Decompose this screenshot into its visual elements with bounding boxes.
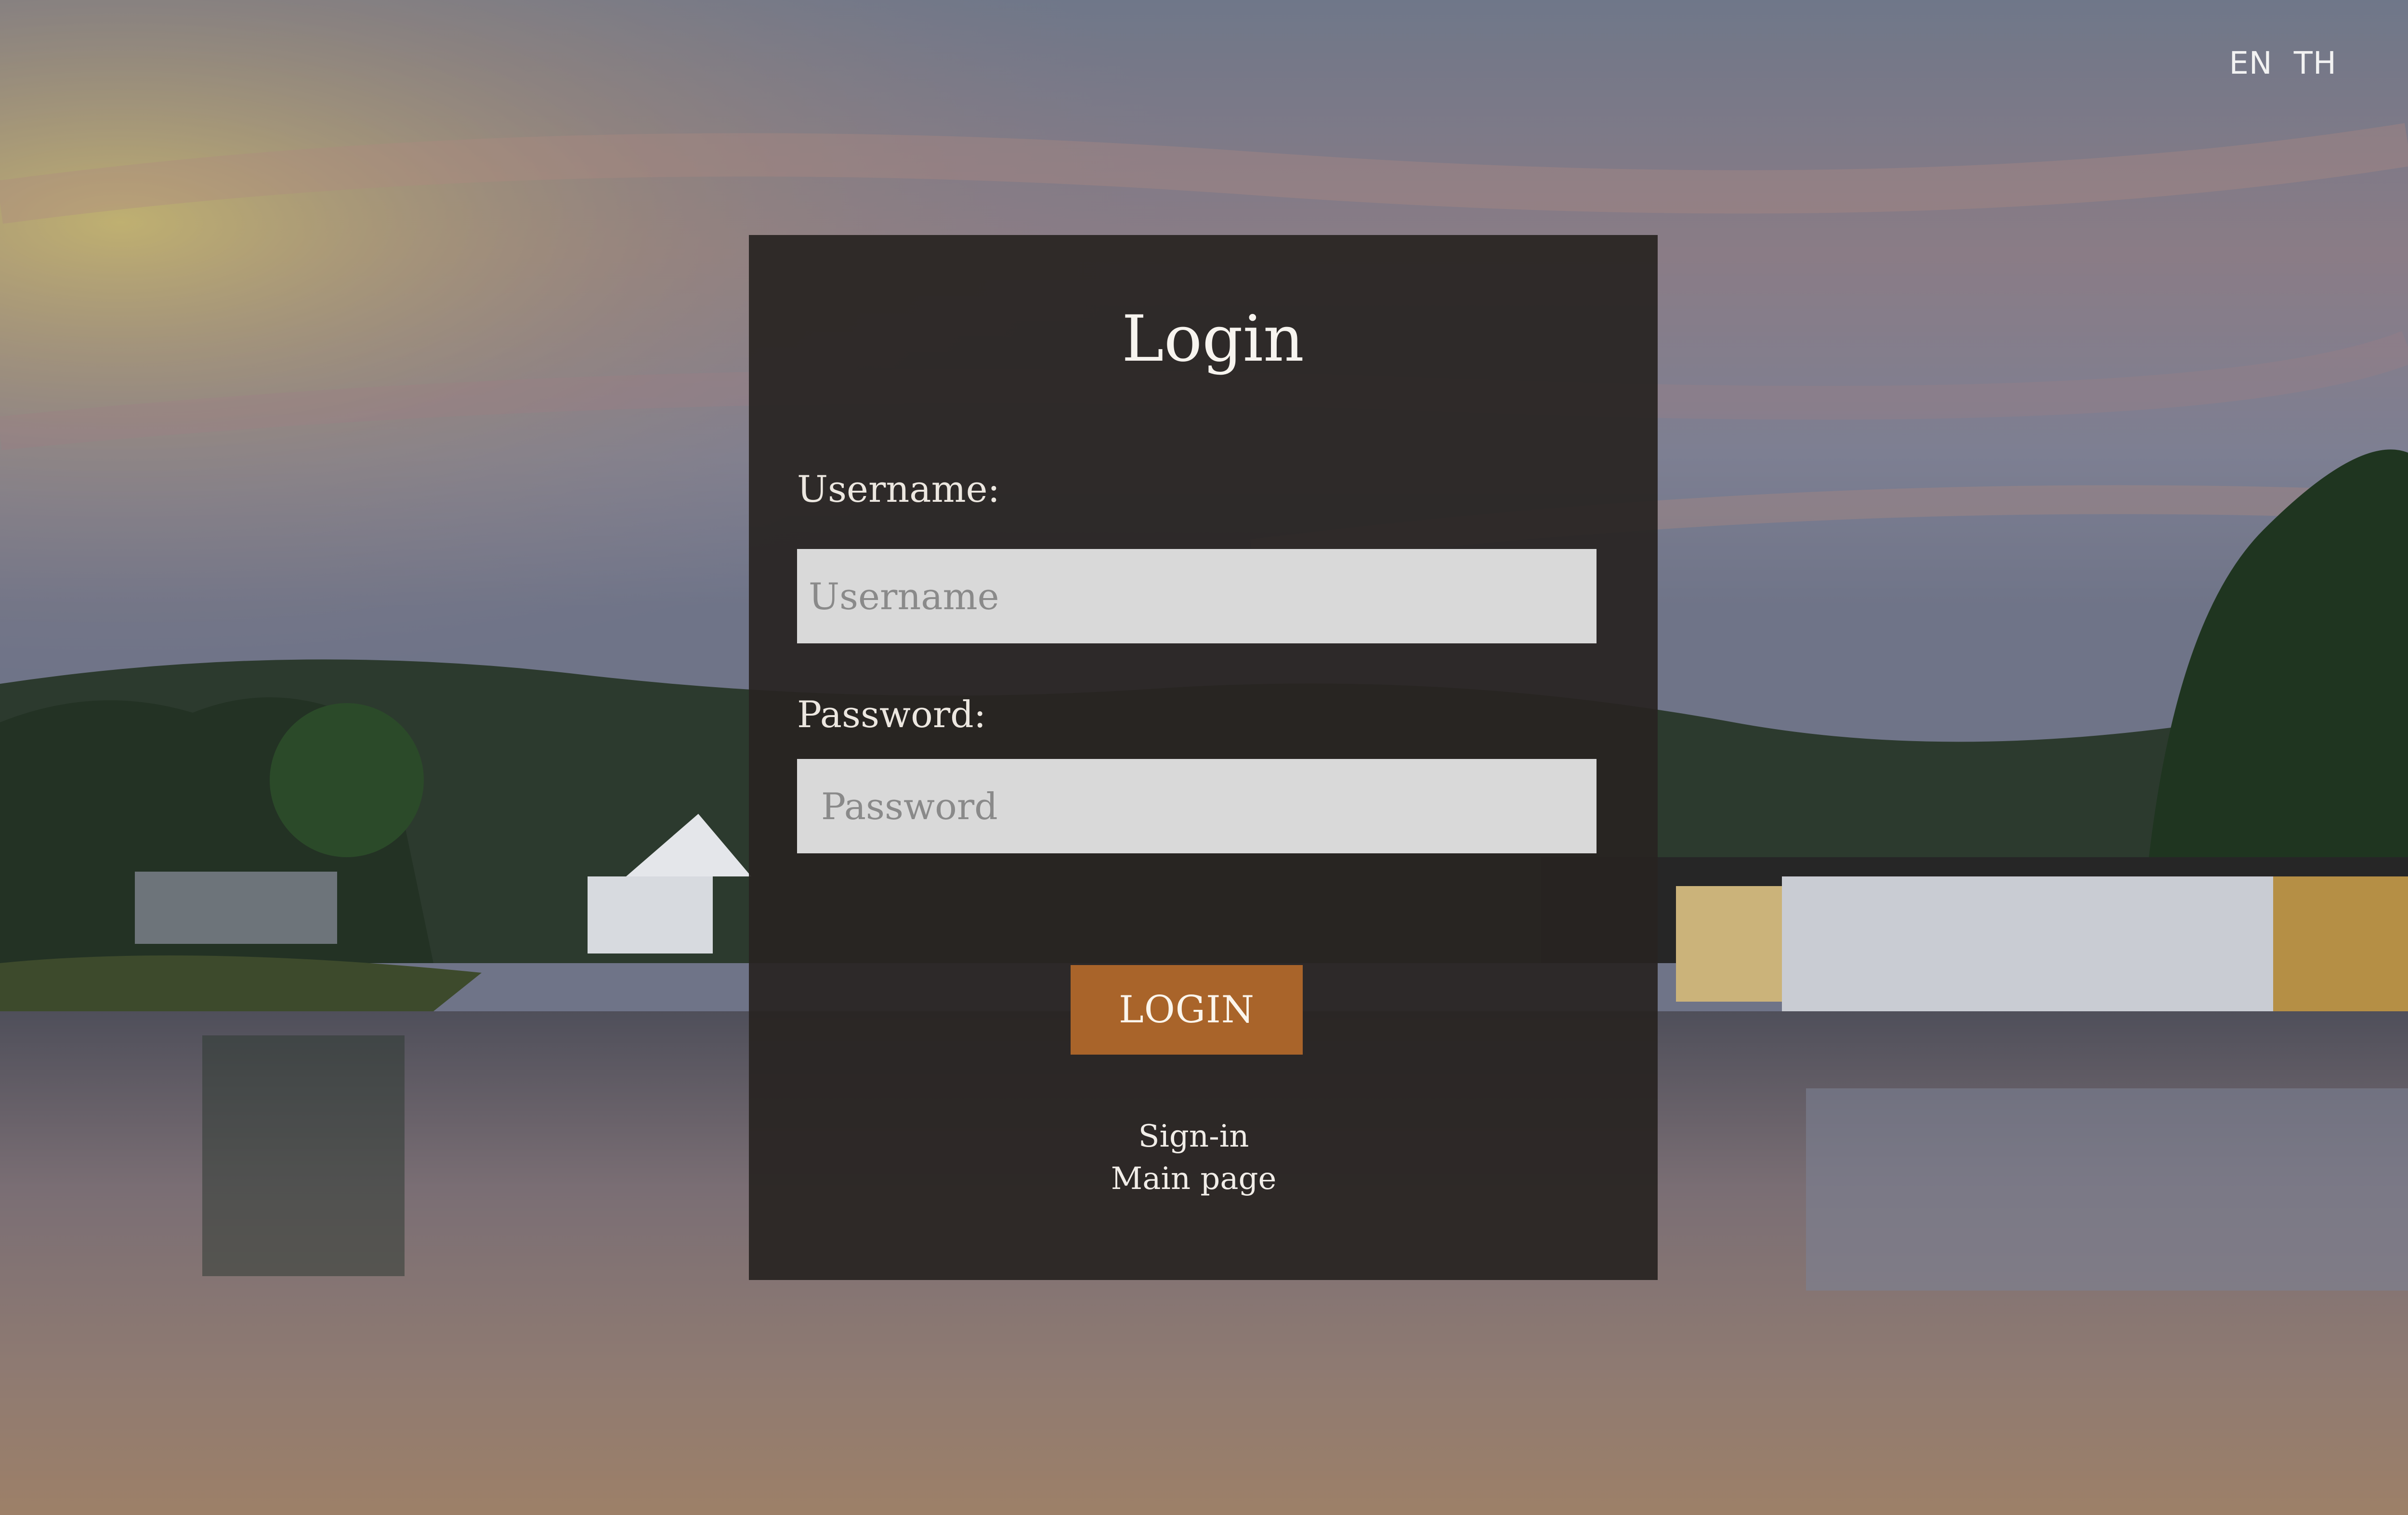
login-card: Login Username: Password: LOGIN Sign-in …: [749, 235, 1658, 1280]
username-label: Username:: [797, 468, 1000, 510]
language-en-link[interactable]: EN: [2229, 46, 2272, 81]
username-input[interactable]: [797, 549, 1597, 643]
login-button[interactable]: LOGIN: [1071, 965, 1303, 1055]
signin-link[interactable]: Sign-in: [749, 1121, 1658, 1152]
language-switch: EN TH: [2229, 46, 2337, 81]
main-page-link[interactable]: Main page: [749, 1163, 1658, 1194]
password-label: Password:: [797, 693, 986, 736]
language-th-link[interactable]: TH: [2294, 46, 2337, 81]
login-title: Login: [1122, 302, 1304, 376]
password-input[interactable]: [797, 759, 1597, 853]
